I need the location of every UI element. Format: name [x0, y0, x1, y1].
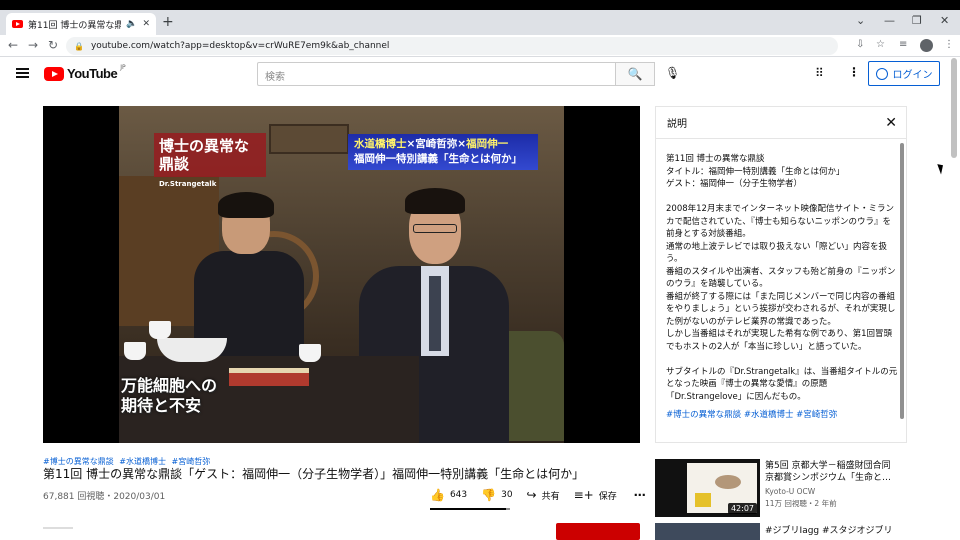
region-label: JP [120, 64, 126, 71]
video-actions: 👍 643 👎 30 ↪ 共有 ≡+ 保存 ⋯ [430, 486, 646, 504]
browser-tab-strip: 第11回 博士の異常な鼎談「ゲ 🔈 ✕ + ⌄ — ❐ ✕ [0, 10, 960, 35]
apps-grid-icon[interactable]: ⠿ [815, 66, 824, 80]
like-ratio-bar [430, 508, 510, 510]
login-label: ログイン [892, 70, 933, 81]
cup [124, 342, 146, 360]
description-paragraph: 2008年12月末までインターネット映像配信サイト・ミランカで配信されていた、『… [666, 204, 896, 352]
url-text: youtube.com/watch?app=desktop&v=crWuRE7e… [90, 41, 390, 51]
account-icon [875, 67, 888, 80]
share-label: 共有 [541, 491, 560, 502]
profile-avatar[interactable] [920, 39, 933, 52]
mouse-cursor [937, 162, 946, 175]
thumbs-up-icon: 👍 [430, 488, 445, 502]
description-scrollbar[interactable] [900, 143, 904, 419]
settings-more-icon[interactable]: ⋮ [848, 65, 860, 79]
cup [299, 344, 321, 362]
menu-icon[interactable] [16, 68, 29, 78]
subscribe-button[interactable] [556, 523, 640, 540]
channel-row [43, 527, 73, 529]
tab-title: 第11回 博士の異常な鼎談「ゲ [28, 20, 122, 31]
search-icon: 🔍 [627, 67, 643, 81]
recommended-video[interactable]: 42:07 第5回 京都大学－稲盛財団合同京都賞シンポジウム「生命と… Kyot… [655, 459, 950, 517]
reading-list-icon[interactable]: ≡ [899, 39, 907, 50]
description-header: 説明 ✕ [656, 107, 906, 139]
maximize-icon[interactable]: ❐ [912, 14, 922, 27]
save-label: 保存 [598, 491, 617, 502]
recommended-meta: 11万 回視聴・2 年前 [765, 499, 837, 508]
browser-tab[interactable]: 第11回 博士の異常な鼎談「ゲ 🔈 ✕ [6, 13, 156, 35]
youtube-logo-text: YouTube [67, 66, 118, 81]
guest-caption: 水道橋博士×宮崎哲弥×福岡伸一 福岡伸一特別講義「生命とは何か」 [348, 134, 538, 170]
video-thumbnail[interactable] [655, 523, 760, 540]
youtube-favicon-icon [12, 20, 23, 28]
recommended-title[interactable]: #ジブリIagg #スタジオジブリ [765, 523, 893, 536]
share-icon: ↪ [526, 488, 537, 502]
like-ratio-fill [430, 508, 507, 510]
recommended-channel[interactable]: Kyoto-U OCW [765, 487, 815, 496]
microphone-icon[interactable]: 🎙 [665, 66, 680, 80]
screen-top-edge [0, 0, 960, 10]
minimize-icon[interactable]: — [884, 14, 895, 27]
youtube-logo[interactable]: YouTube JP [44, 64, 126, 81]
playlist-add-icon: ≡+ [573, 488, 594, 502]
window-close-icon[interactable]: ✕ [940, 14, 949, 27]
new-tab-button[interactable]: + [162, 14, 174, 30]
description-hashtags[interactable]: #博士の異常な鼎談 #水道橋博士 #宮崎哲弥 [666, 409, 898, 422]
books [229, 368, 309, 386]
share-button[interactable]: ↪ 共有 [527, 488, 560, 502]
description-paragraph: 第11回 博士の異常な鼎談 タイトル：福岡伸一特別講義「生命とは何か」 ゲスト：… [666, 154, 845, 189]
topic-caption: 万能細胞への 期待と不安 [121, 376, 218, 415]
bookmark-star-icon[interactable]: ☆ [876, 39, 885, 50]
tab-close-icon[interactable]: ✕ [142, 19, 150, 29]
description-body: 第11回 博士の異常な鼎談 タイトル：福岡伸一特別講義「生命とは何か」 ゲスト：… [666, 153, 898, 434]
wall-decoration [269, 124, 349, 154]
close-icon[interactable]: ✕ [885, 115, 897, 131]
view-count-date: 67,881 回視聴・2020/03/01 [43, 492, 166, 502]
page-scrollbar[interactable] [951, 58, 957, 158]
description-panel: 説明 ✕ 第11回 博士の異常な鼎談 タイトル：福岡伸一特別講義「生命とは何か」… [655, 106, 907, 443]
search-input[interactable]: 検索 [257, 62, 616, 86]
video-player[interactable]: 博士の異常な鼎談 Dr.Strangetalk 水道橋博士×宮崎哲弥×福岡伸一 … [43, 106, 640, 443]
youtube-header: YouTube JP 検索 🔍 🎙 ⠿ ⋮ ログイン [0, 58, 950, 90]
recommended-title[interactable]: 第5回 京都大学－稲盛財団合同京都賞シンポジウム「生命と… [765, 460, 893, 484]
like-button[interactable]: 👍 643 [430, 488, 467, 502]
login-button[interactable]: ログイン [868, 61, 940, 86]
video-thumbnail[interactable]: 42:07 [655, 459, 760, 517]
duration-badge: 42:07 [727, 503, 757, 514]
more-actions-icon[interactable]: ⋯ [634, 488, 646, 502]
install-app-icon[interactable]: ⇩ [856, 39, 864, 50]
browser-menu-icon[interactable]: ⋮ [944, 39, 954, 50]
forward-icon[interactable]: → [28, 38, 38, 52]
tab-search-icon[interactable]: ⌄ [856, 14, 865, 27]
dislike-count: 30 [501, 490, 513, 500]
speaker-icon[interactable]: 🔈 [126, 19, 137, 29]
dislike-button[interactable]: 👎 30 [481, 488, 512, 502]
cup [149, 321, 171, 339]
search-button[interactable]: 🔍 [615, 62, 655, 86]
reload-icon[interactable]: ↻ [48, 38, 58, 52]
description-heading: 説明 [667, 119, 687, 130]
back-icon[interactable]: ← [8, 38, 18, 52]
browser-toolbar: ← → ↻ 🔒 youtube.com/watch?app=desktop&v=… [0, 35, 960, 57]
thumbs-down-icon: 👎 [481, 488, 497, 502]
youtube-logo-icon [44, 66, 64, 81]
video-title: 第11回 博士の異常な鼎談「ゲスト：福岡伸一（分子生物学者）」福岡伸一特別講義「… [43, 467, 585, 481]
like-count: 643 [449, 490, 468, 500]
lock-icon: 🔒 [74, 41, 84, 51]
save-button[interactable]: ≡+ 保存 [574, 488, 617, 502]
description-paragraph: サブタイトルの『Dr.Strangetalk』は、当番組タイトルの元となった映画… [666, 366, 898, 402]
address-bar[interactable]: 🔒 youtube.com/watch?app=desktop&v=crWuRE… [66, 37, 838, 55]
show-title-logo: 博士の異常な鼎談 Dr.Strangetalk [154, 133, 266, 188]
